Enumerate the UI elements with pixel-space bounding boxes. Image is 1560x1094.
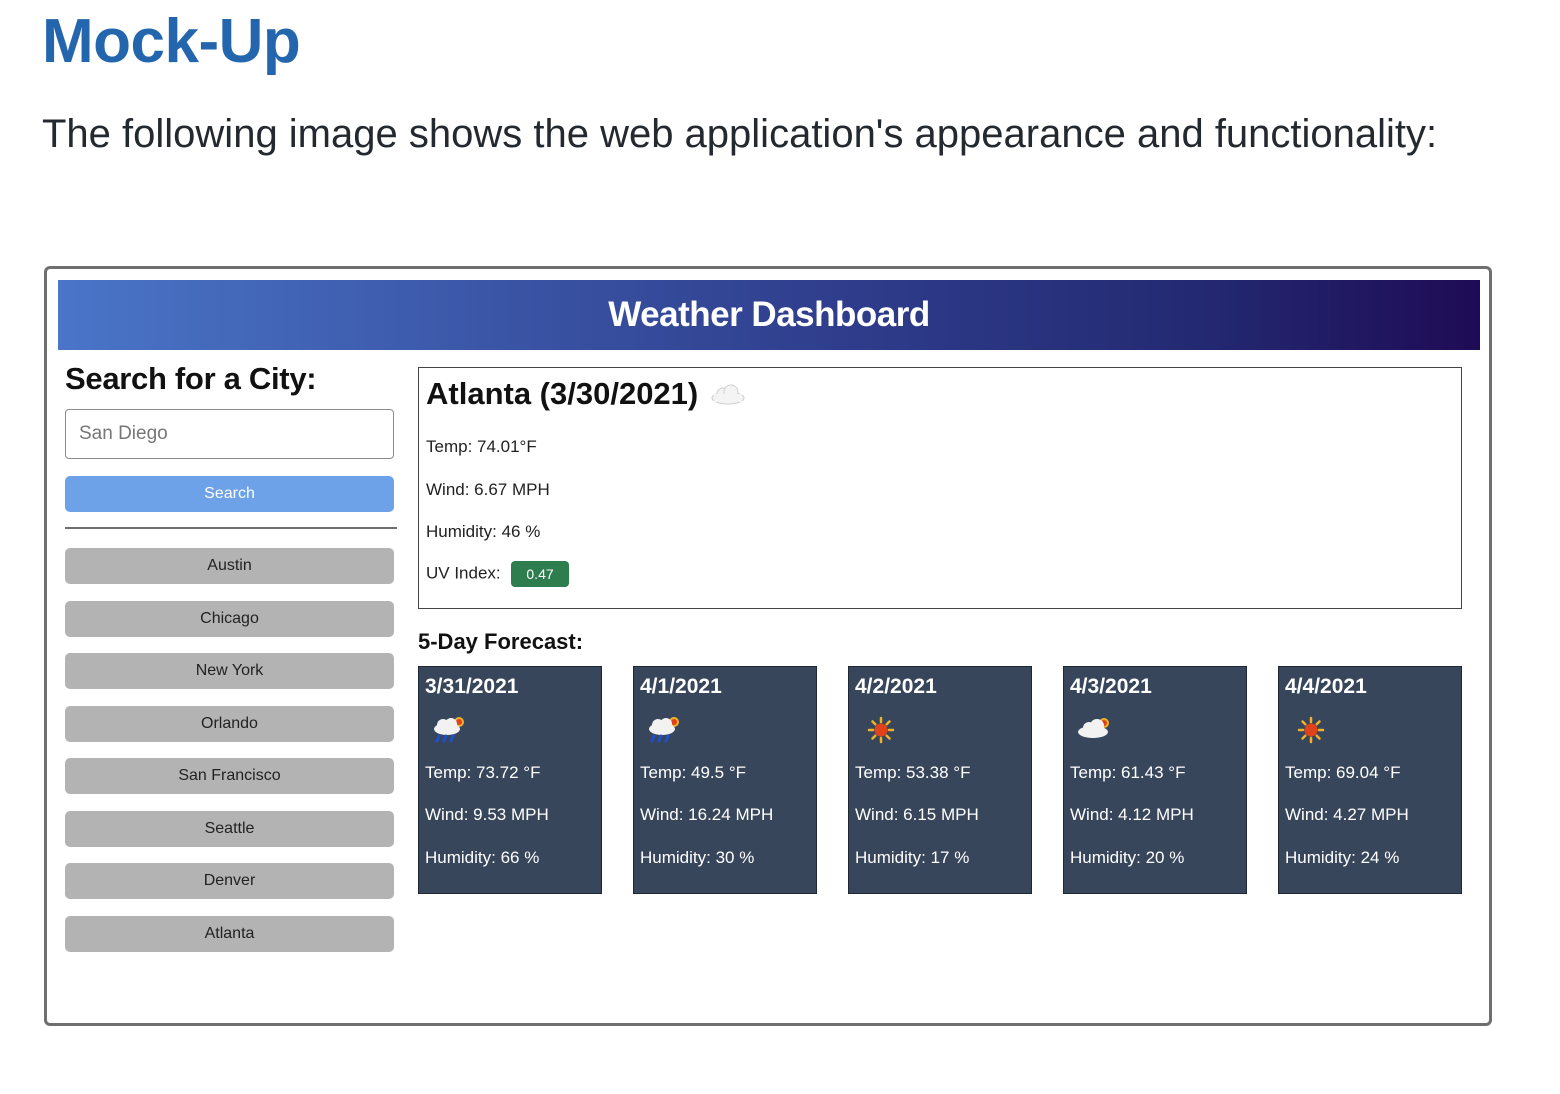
rain-sun-icon — [649, 717, 679, 743]
cloud-icon — [711, 384, 745, 405]
forecast-humidity: Humidity: 24 % — [1285, 848, 1400, 867]
current-weather-heading: Atlanta (3/30/2021) — [426, 376, 1454, 412]
forecast-temp: Temp: 69.04 °F — [1285, 763, 1401, 782]
history-city-button[interactable]: Austin — [65, 548, 394, 584]
forecast-humidity: Humidity: 20 % — [1070, 848, 1185, 867]
search-sidebar: Search for a City: Search Austin Chicago… — [65, 361, 397, 952]
sidebar-divider — [65, 527, 397, 529]
forecast-humidity: Humidity: 17 % — [855, 848, 970, 867]
app-title: Weather Dashboard — [608, 295, 930, 334]
forecast-wind: Wind: 4.27 MPH — [1285, 805, 1409, 824]
forecast-date: 4/2/2021 — [855, 675, 937, 698]
app-header: Weather Dashboard — [58, 280, 1480, 350]
uv-index-badge: 0.47 — [511, 561, 569, 587]
search-heading: Search for a City: — [65, 361, 317, 396]
history-city-button[interactable]: New York — [65, 653, 394, 689]
history-city-button[interactable]: Denver — [65, 863, 394, 899]
sun-icon — [867, 716, 895, 744]
sun-icon — [1297, 716, 1325, 744]
search-history-list: Austin Chicago New York Orlando San Fran… — [65, 548, 394, 968]
forecast-date: 4/3/2021 — [1070, 675, 1152, 698]
current-humidity: Humidity: 46 % — [426, 522, 541, 541]
history-city-button[interactable]: Atlanta — [65, 915, 394, 952]
search-button[interactable]: Search — [65, 476, 394, 512]
forecast-date: 3/31/2021 — [425, 675, 519, 698]
forecast-card: 4/4/2021 Temp: 69.04 °F Wind: 4.27 MPH H… — [1278, 666, 1462, 894]
forecast-temp: Temp: 53.38 °F — [855, 763, 971, 782]
forecast-cards: 3/31/2021 Temp: 73.72 °F Wind: 9.53 MPH … — [418, 666, 1463, 894]
forecast-heading: 5-Day Forecast: — [418, 629, 584, 654]
rain-sun-icon — [434, 717, 464, 743]
document-title: Mock-Up — [42, 7, 301, 76]
forecast-humidity: Humidity: 66 % — [425, 848, 540, 867]
history-city-button[interactable]: Chicago — [65, 600, 394, 637]
history-city-button[interactable]: San Francisco — [65, 758, 394, 794]
forecast-card: 4/3/2021 Temp: 61.43 °F Wind: 4.12 MPH H… — [1063, 666, 1247, 894]
history-city-button[interactable]: Orlando — [65, 705, 394, 742]
city-search-input[interactable] — [65, 409, 394, 459]
forecast-humidity: Humidity: 30 % — [640, 848, 755, 867]
uv-index-label: UV Index: — [426, 563, 501, 583]
current-city-date: Atlanta (3/30/2021) — [426, 376, 699, 411]
forecast-date: 4/4/2021 — [1285, 675, 1367, 698]
document-intro: The following image shows the web applic… — [42, 112, 1438, 156]
forecast-temp: Temp: 73.72 °F — [425, 763, 541, 782]
forecast-card: 4/2/2021 Temp: 53.38 °F Wind: 6.15 MPH H… — [848, 666, 1032, 894]
current-wind: Wind: 6.67 MPH — [426, 480, 550, 499]
forecast-card: 3/31/2021 Temp: 73.72 °F Wind: 9.53 MPH … — [418, 666, 602, 894]
current-temp: Temp: 74.01°F — [426, 437, 537, 456]
forecast-temp: Temp: 49.5 °F — [640, 763, 747, 782]
forecast-wind: Wind: 16.24 MPH — [640, 805, 774, 824]
forecast-card: 4/1/2021 Temp: 49.5 °F Wind: 16.24 MPH H… — [633, 666, 817, 894]
forecast-date: 4/1/2021 — [640, 675, 722, 698]
cloud-sun-icon — [1078, 718, 1109, 738]
current-weather-card: Atlanta (3/30/2021) Temp: 74.01°F Wind: … — [418, 367, 1462, 609]
forecast-wind: Wind: 4.12 MPH — [1070, 805, 1194, 824]
current-uv-row: UV Index: 0.47 — [426, 561, 569, 587]
forecast-wind: Wind: 9.53 MPH — [425, 805, 549, 824]
forecast-wind: Wind: 6.15 MPH — [855, 805, 979, 824]
history-city-button[interactable]: Seattle — [65, 810, 394, 847]
forecast-temp: Temp: 61.43 °F — [1070, 763, 1186, 782]
mockup-frame: Weather Dashboard Search for a City: Sea… — [44, 266, 1492, 1026]
